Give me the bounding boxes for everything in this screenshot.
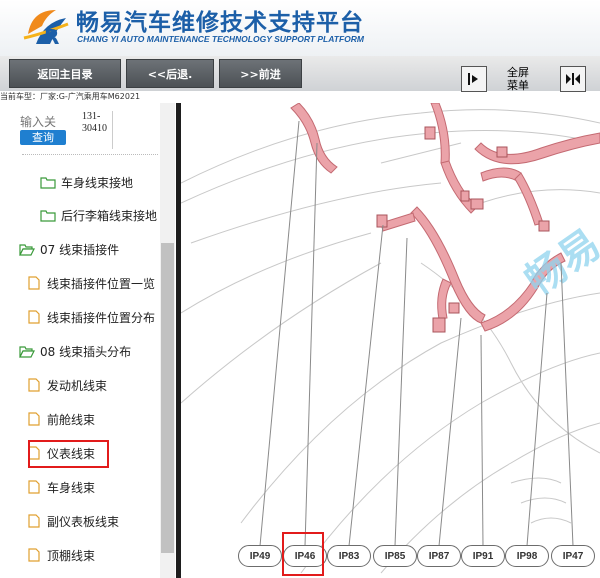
connector-highlight bbox=[282, 532, 324, 576]
svg-text:R: R bbox=[44, 25, 59, 48]
tree-item-roof-harness[interactable]: 顶棚线束 bbox=[26, 542, 95, 568]
sidebar-scroll-thumb[interactable] bbox=[161, 243, 174, 553]
toolbar: 返回主目录 <<后退. >>前进 全屏 菜单 bbox=[0, 56, 600, 92]
document-icon bbox=[28, 310, 40, 324]
tree-item-body-harness[interactable]: 车身线束 bbox=[26, 474, 95, 500]
wiring-diagram[interactable]: 畅易 IP49 IP46 IP83 IP85 IP87 IP91 IP98 IP… bbox=[181, 103, 600, 578]
connector-label[interactable]: IP49 bbox=[238, 545, 282, 567]
search-button[interactable]: 查询 bbox=[20, 130, 66, 145]
logo-icon: R bbox=[23, 10, 69, 48]
tree-item-plug-distribution[interactable]: 08 线束插头分布 bbox=[19, 338, 131, 364]
app-title: 畅易汽车维修技术支持平台 bbox=[76, 10, 364, 36]
connector-label[interactable]: IP98 bbox=[505, 545, 549, 567]
connector-label[interactable]: IP47 bbox=[551, 545, 595, 567]
document-icon bbox=[28, 514, 40, 528]
tree-item-front-bay-harness[interactable]: 前舱线束 bbox=[26, 406, 95, 432]
document-icon bbox=[28, 548, 40, 562]
expand-icon bbox=[566, 73, 580, 85]
document-icon bbox=[28, 412, 40, 426]
document-icon bbox=[28, 276, 40, 290]
tree-item-trunk-ground[interactable]: 后行李箱线束接地 bbox=[40, 202, 157, 228]
tree-item-connector-list[interactable]: 线束插接件位置一览 bbox=[26, 270, 155, 296]
folder-icon bbox=[40, 210, 56, 222]
result-separator bbox=[112, 111, 113, 149]
arrow-right-icon bbox=[468, 73, 478, 85]
app-subtitle: CHANG YI AUTO MAINTENANCE TECHNOLOGY SUP… bbox=[77, 34, 364, 44]
tree-item-engine-harness[interactable]: 发动机线束 bbox=[26, 372, 107, 398]
connector-label[interactable]: IP87 bbox=[417, 545, 461, 567]
tree-item-harness-connectors[interactable]: 07 线束插接件 bbox=[19, 236, 119, 262]
search-input[interactable] bbox=[20, 113, 66, 131]
fullscreen-menu-label: 全屏 菜单 bbox=[507, 66, 529, 92]
folder-open-icon bbox=[19, 346, 35, 358]
fullscreen-button[interactable] bbox=[560, 66, 586, 92]
tree-item-connector-location[interactable]: 线束插接件位置分布 bbox=[26, 304, 155, 330]
back-button[interactable]: <<后退. bbox=[126, 59, 214, 88]
app-header: R 畅易汽车维修技术支持平台 CHANG YI AUTO MAINTENANCE… bbox=[0, 0, 600, 56]
connector-label[interactable]: IP83 bbox=[327, 545, 371, 567]
folder-icon bbox=[40, 177, 56, 189]
search-result[interactable]: 131- 30410 bbox=[82, 111, 107, 135]
document-icon bbox=[28, 480, 40, 494]
diagram-canvas: 畅易 bbox=[181, 103, 600, 574]
document-icon bbox=[28, 378, 40, 392]
sidebar: 查询 131- 30410 车身线束接地 后行李箱线束接地 07 线束插接件 线… bbox=[0, 103, 181, 578]
divider bbox=[22, 154, 158, 155]
selected-item-highlight bbox=[28, 440, 109, 468]
forward-button[interactable]: >>前进 bbox=[219, 59, 302, 88]
connector-label[interactable]: IP91 bbox=[461, 545, 505, 567]
home-button[interactable]: 返回主目录 bbox=[9, 59, 121, 88]
collapse-sidebar-button[interactable] bbox=[461, 66, 487, 92]
connector-label[interactable]: IP85 bbox=[373, 545, 417, 567]
tree-item-body-ground[interactable]: 车身线束接地 bbox=[40, 169, 133, 195]
current-model-status: 当前车型：厂家:G-广汽乘用车M62021 bbox=[0, 92, 141, 101]
folder-open-icon bbox=[19, 244, 35, 256]
tree-item-console-harness[interactable]: 副仪表板线束 bbox=[26, 508, 119, 534]
